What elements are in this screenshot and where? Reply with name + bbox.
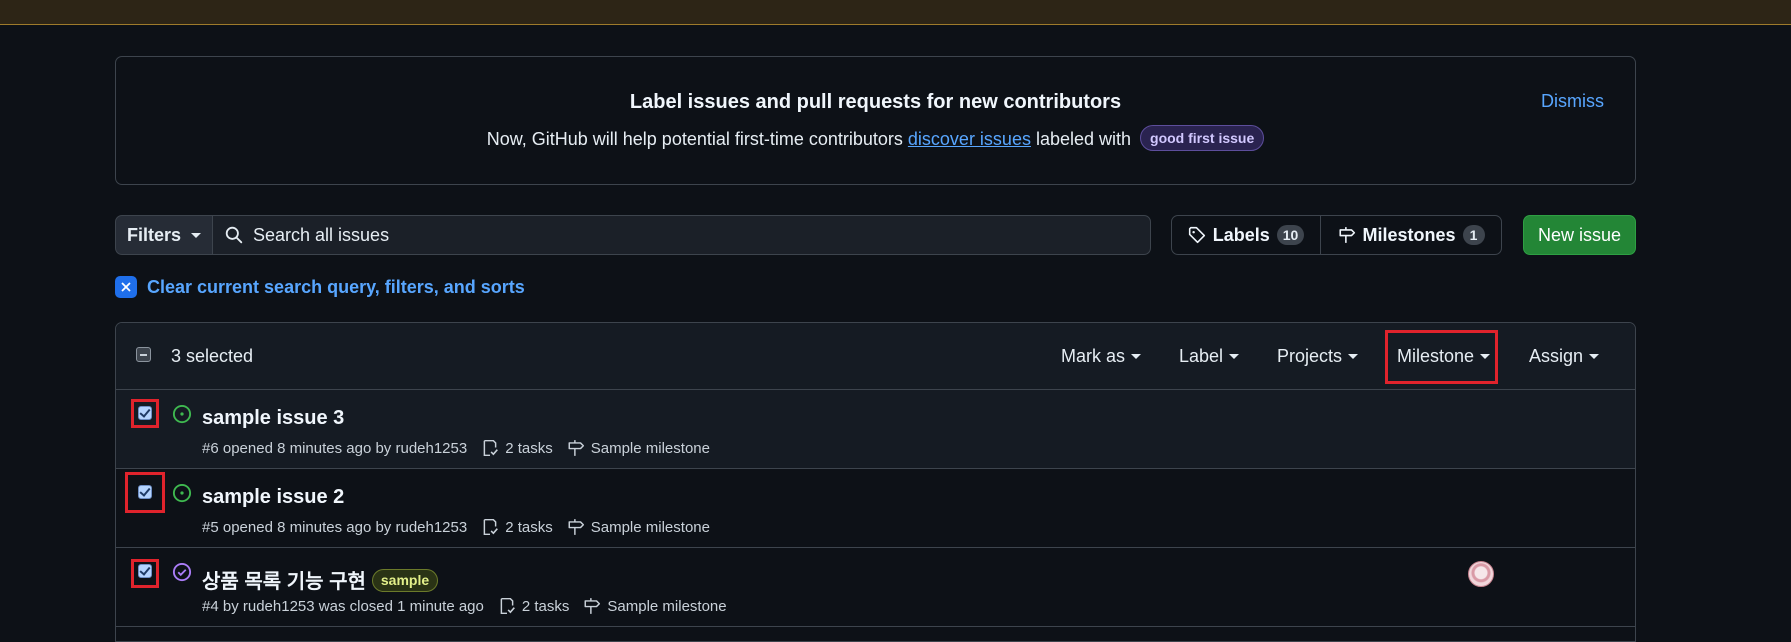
milestones-button[interactable]: Milestones 1: [1321, 216, 1501, 254]
checkbox-highlight: [125, 472, 165, 513]
search-field[interactable]: [212, 215, 1151, 255]
issue-list-header: 3 selected Mark as Label Projects Milest…: [116, 323, 1635, 390]
tasklist-icon: [481, 439, 499, 457]
banner-text-after: labeled with: [1030, 129, 1137, 149]
close-icon: [115, 276, 137, 298]
issue-row[interactable]: sample issue 3 #6 opened 8 minutes ago b…: [116, 390, 1635, 469]
milestone-icon: [1338, 227, 1355, 243]
labels-milestones-group: Labels 10 Milestones 1: [1171, 215, 1502, 255]
issue-meta-text: #5 opened 8 minutes ago by rudeh1253: [202, 518, 468, 536]
issue-milestone[interactable]: Sample milestone: [591, 519, 710, 536]
new-contributors-banner: Label issues and pull requests for new c…: [115, 56, 1636, 185]
good-first-issue-label: good first issue: [1140, 125, 1265, 151]
dismiss-button[interactable]: Dismiss: [1541, 91, 1604, 112]
milestone-icon: [567, 518, 585, 536]
issue-milestone[interactable]: Sample milestone: [591, 440, 710, 457]
issue-list: 3 selected Mark as Label Projects Milest…: [115, 322, 1636, 642]
filters-button[interactable]: Filters: [115, 215, 213, 255]
search-icon: [225, 226, 243, 244]
new-issue-button[interactable]: New issue: [1523, 215, 1636, 255]
banner-title: Label issues and pull requests for new c…: [629, 91, 1122, 113]
label-menu-label: Label: [1179, 346, 1224, 366]
tasklist-icon: [481, 518, 499, 536]
mark-as-menu[interactable]: Mark as: [1061, 346, 1142, 367]
filters-label: Filters: [126, 224, 182, 245]
assign-label: Assign: [1529, 346, 1584, 366]
issue-open-icon: [172, 404, 192, 424]
chevron-down-icon: [1229, 354, 1240, 359]
issue-title[interactable]: sample issue 2: [202, 486, 344, 509]
clear-filters-link[interactable]: Clear current search query, filters, and…: [115, 276, 525, 298]
issue-open-icon: [172, 483, 192, 503]
checkbox-highlight: [131, 559, 159, 588]
issue-meta: #5 opened 8 minutes ago by rudeh1253 2 t…: [202, 518, 710, 536]
issue-tasks: 2 tasks: [521, 597, 570, 615]
milestones-label: Milestones: [1362, 224, 1456, 245]
clear-filters-text: Clear current search query, filters, and…: [147, 276, 525, 297]
checkbox-highlight: [131, 399, 159, 428]
chevron-down-icon: [1131, 354, 1142, 359]
milestone-icon: [567, 439, 585, 457]
issue-title-text: 상품 목록 기능 구현: [202, 571, 366, 593]
banner-text: Now, GitHub will help potential first-ti…: [116, 125, 1635, 151]
milestone-icon: [583, 597, 601, 615]
selected-count: 3 selected: [171, 346, 254, 366]
top-notice-bar: [0, 0, 1791, 25]
projects-menu[interactable]: Projects: [1277, 346, 1359, 367]
issue-milestone[interactable]: Sample milestone: [607, 598, 726, 615]
sample-label[interactable]: sample: [371, 569, 439, 592]
labels-count: 10: [1276, 225, 1305, 245]
issue-meta-text: #4 by rudeh1253 was closed 1 minute ago: [202, 597, 484, 615]
issue-meta: #4 by rudeh1253 was closed 1 minute ago …: [202, 597, 727, 615]
labels-label: Labels: [1212, 224, 1270, 245]
issue-meta-text: #6 opened 8 minutes ago by rudeh1253: [202, 439, 468, 457]
issue-tasks: 2 tasks: [505, 518, 553, 536]
issue-title[interactable]: sample issue 3: [202, 407, 344, 430]
tag-icon: [1188, 226, 1205, 244]
mark-as-label: Mark as: [1061, 346, 1126, 366]
tasklist-icon: [498, 597, 516, 615]
milestones-count: 1: [1462, 225, 1485, 245]
issue-title[interactable]: 상품 목록 기능 구현 sample: [202, 565, 439, 594]
chevron-down-icon: [191, 232, 202, 238]
label-menu[interactable]: Label: [1179, 346, 1240, 367]
issue-row[interactable]: 상품 목록 기능 구현 sample #4 by rudeh1253 was cl…: [116, 548, 1635, 627]
banner-text-before: Now, GitHub will help potential first-ti…: [486, 129, 908, 149]
issue-row[interactable]: sample issue 2 #5 opened 8 minutes ago b…: [116, 469, 1635, 548]
labels-button[interactable]: Labels 10: [1172, 216, 1322, 254]
search-input[interactable]: [253, 224, 1133, 246]
assign-menu[interactable]: Assign: [1529, 346, 1600, 367]
projects-label: Projects: [1277, 346, 1343, 366]
issue-meta: #6 opened 8 minutes ago by rudeh1253 2 t…: [202, 439, 710, 457]
select-all-checkbox[interactable]: [136, 347, 151, 362]
issue-tasks: 2 tasks: [505, 439, 553, 457]
issue-closed-icon: [172, 562, 192, 582]
milestone-highlight: [1385, 330, 1498, 384]
discover-issues-link[interactable]: discover issues: [908, 129, 1031, 149]
assignee-avatar[interactable]: [1468, 561, 1494, 587]
chevron-down-icon: [1348, 354, 1359, 359]
chevron-down-icon: [1589, 354, 1600, 359]
